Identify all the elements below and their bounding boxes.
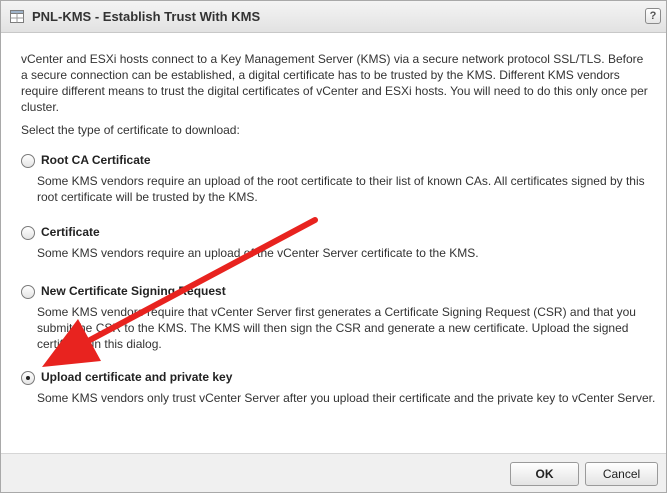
option-description: Some KMS vendors only trust vCenter Serv… (37, 391, 656, 405)
radio-root-ca-certificate[interactable] (21, 154, 35, 168)
establish-trust-dialog: PNL-KMS - Establish Trust With KMS ? vCe… (0, 0, 667, 493)
intro-text: vCenter and ESXi hosts connect to a Key … (21, 52, 648, 114)
dialog-window-icon (10, 10, 24, 23)
dialog-footer: OK Cancel (1, 453, 666, 492)
option-label[interactable]: Upload certificate and private key (41, 370, 232, 384)
cancel-button[interactable]: Cancel (585, 462, 658, 486)
option-label[interactable]: Root CA Certificate (41, 153, 151, 167)
option-label[interactable]: New Certificate Signing Request (41, 284, 226, 298)
dialog-title: PNL-KMS - Establish Trust With KMS (32, 9, 261, 24)
option-description: Some KMS vendors require that vCenter Se… (37, 305, 636, 351)
radio-upload-cert-and-key[interactable] (21, 371, 35, 385)
radio-certificate[interactable] (21, 226, 35, 240)
help-icon[interactable]: ? (645, 8, 661, 24)
dialog-titlebar: PNL-KMS - Establish Trust With KMS ? (1, 1, 666, 33)
select-type-label: Select the type of certificate to downlo… (21, 123, 240, 137)
option-description: Some KMS vendors require an upload of th… (37, 174, 645, 204)
radio-new-csr[interactable] (21, 285, 35, 299)
option-label[interactable]: Certificate (41, 225, 100, 239)
ok-button[interactable]: OK (510, 462, 579, 486)
option-description: Some KMS vendors require an upload of th… (37, 246, 479, 260)
